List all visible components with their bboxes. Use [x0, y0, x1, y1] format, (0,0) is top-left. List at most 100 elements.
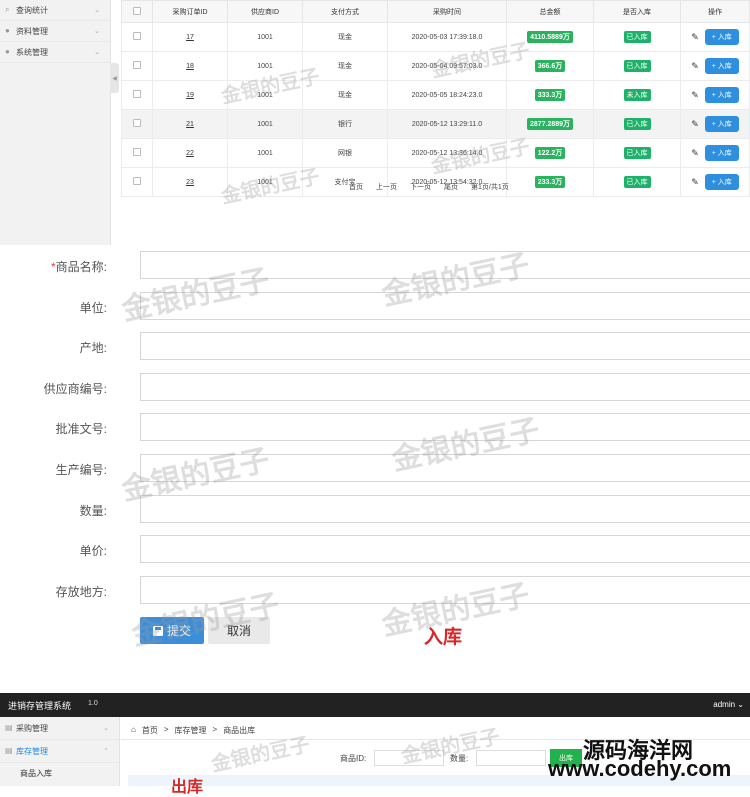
sidebar-item-label: 库存管理	[16, 746, 48, 756]
row-select-cell[interactable]	[121, 51, 153, 81]
sidebar-item-inventory[interactable]: ▤ 库存管理 ⌃	[0, 740, 119, 763]
sidebar-item-query-stats[interactable]: ⌕ 查询统计 ⌄	[0, 0, 110, 21]
chevron-up-icon: ⌃	[103, 748, 109, 755]
row-checkbox[interactable]	[133, 148, 141, 156]
row-checkbox[interactable]	[133, 32, 141, 40]
order-id-link[interactable]: 23	[186, 179, 194, 186]
sidebar-subitem-stock-in[interactable]: 商品入库	[0, 763, 119, 783]
stock-in-button[interactable]: + 入库	[704, 174, 739, 190]
stock-in-button[interactable]: + 入库	[704, 145, 739, 161]
form-row: 生产编号:	[0, 454, 750, 484]
field-label-text: 数量:	[79, 503, 107, 518]
text-input-field[interactable]	[140, 535, 750, 564]
form-row: 单价:	[0, 535, 750, 565]
order-id-link[interactable]: 18	[186, 63, 194, 70]
edit-icon[interactable]: ✎	[691, 61, 699, 72]
field-label-text: 单价:	[79, 544, 107, 559]
text-input-field[interactable]	[140, 413, 750, 442]
order-id-link[interactable]: 17	[186, 34, 194, 41]
table-row: 19 1001 现金 2020-05-05 18:24:23.0 333.3万 未入库 ✎ +…	[121, 80, 750, 110]
text-input-field[interactable]	[140, 332, 750, 361]
order-id-link[interactable]: 22	[186, 150, 194, 157]
row-select-cell[interactable]	[121, 138, 153, 168]
row-checkbox[interactable]	[133, 61, 141, 69]
status-cell: 已入库	[593, 109, 681, 139]
stock-in-button[interactable]: + 入库	[704, 87, 739, 103]
status-badge: 未入库	[623, 89, 651, 101]
status-cell: 已入库	[593, 138, 681, 168]
order-id-link[interactable]: 21	[186, 121, 194, 128]
row-select-cell[interactable]	[121, 109, 153, 139]
breadcrumb-current: 商品出库	[223, 726, 256, 735]
column-header: 操作	[680, 0, 750, 23]
order-id-cell: 19	[152, 80, 228, 110]
column-header: 采购订单ID	[152, 0, 228, 23]
amount-badge: 333.3万	[534, 89, 566, 101]
order-id-link[interactable]: 19	[186, 92, 194, 99]
row-checkbox[interactable]	[133, 177, 141, 185]
app-title: 进销存管理系统	[8, 701, 72, 711]
actions-cell: ✎ + 入库	[680, 167, 750, 197]
breadcrumb-inventory[interactable]: 库存管理	[175, 725, 207, 736]
text-input-field[interactable]	[140, 494, 750, 523]
cart-icon: ▤	[5, 723, 13, 732]
chevron-down-icon: ⌄	[103, 725, 109, 732]
edit-icon[interactable]: ✎	[691, 177, 699, 188]
row-select-cell[interactable]	[121, 22, 153, 52]
edit-icon[interactable]: ✎	[691, 148, 699, 159]
sidebar-item-system-management[interactable]: ● 系统管理 ⌄	[0, 42, 110, 63]
purchase-time-cell: 2020-05-03 17:39:18.0	[387, 22, 507, 52]
select-all-checkbox[interactable]	[133, 6, 141, 15]
quantity-input[interactable]	[476, 750, 546, 766]
actions-cell: ✎ + 入库	[680, 109, 750, 139]
stock-in-button[interactable]: + 入库	[704, 58, 739, 74]
sidebar-item-label: 采购管理	[16, 723, 48, 733]
pager-next-link[interactable]: 下一页	[410, 182, 431, 192]
stock-in-button[interactable]: + 入库	[704, 116, 739, 132]
actions-cell: ✎ + 入库	[680, 22, 750, 52]
form-row: 产地:	[0, 332, 750, 362]
breadcrumb-separator: >	[163, 725, 169, 734]
sidebar-collapse-toggle[interactable]: ◀	[110, 63, 119, 93]
field-label: 单位:	[80, 299, 107, 316]
row-checkbox[interactable]	[133, 119, 141, 127]
supplier-id-cell: 1001	[227, 138, 303, 168]
payment-method-cell: 银行	[302, 109, 388, 139]
supplier-id-cell: 1001	[227, 80, 303, 110]
column-header: 供应商ID	[227, 0, 303, 23]
pager-first-link[interactable]: 首页	[349, 182, 363, 192]
pager-prev-link[interactable]: 上一页	[376, 182, 397, 192]
submit-button[interactable]: 提交	[140, 617, 204, 644]
edit-icon[interactable]: ✎	[691, 32, 699, 43]
amount-cell: 122.2万	[506, 138, 594, 168]
amount-cell: 4110.5889万	[506, 22, 594, 52]
actions-cell: ✎ + 入库	[680, 80, 750, 110]
row-checkbox[interactable]	[133, 90, 141, 98]
text-input-field[interactable]	[140, 372, 750, 401]
field-label: 单价:	[80, 542, 107, 559]
sidebar-item-purchase[interactable]: ▤ 采购管理 ⌄	[0, 717, 119, 740]
payment-method-cell: 现金	[302, 51, 388, 81]
chevron-down-icon: ⌄	[737, 700, 744, 709]
row-select-cell[interactable]	[121, 167, 153, 197]
select-all-header[interactable]	[121, 0, 153, 23]
column-header: 是否入库	[593, 0, 681, 23]
actions-cell: ✎ + 入库	[680, 138, 750, 168]
row-select-cell[interactable]	[121, 80, 153, 110]
cancel-button[interactable]: 取消	[208, 617, 270, 644]
text-input-field[interactable]	[140, 575, 750, 604]
top-navbar: 进销存管理系统 1.0 admin ⌄	[0, 693, 750, 717]
text-input-field[interactable]	[140, 291, 750, 320]
form-row: 批准文号:	[0, 413, 750, 443]
edit-icon[interactable]: ✎	[691, 119, 699, 130]
product-id-input[interactable]	[374, 750, 444, 766]
stock-in-button[interactable]: + 入库	[704, 29, 739, 45]
text-input-field[interactable]	[140, 454, 750, 482]
pager-last-link[interactable]: 尾页	[444, 182, 458, 192]
edit-icon[interactable]: ✎	[691, 90, 699, 101]
sidebar-item-data-management[interactable]: ● 资料管理 ⌄	[0, 21, 110, 42]
amount-badge: 2877.2889万	[526, 118, 574, 130]
breadcrumb-home[interactable]: 首页	[142, 725, 158, 736]
user-menu[interactable]: admin ⌄	[713, 700, 744, 709]
text-input-field[interactable]	[140, 251, 750, 279]
